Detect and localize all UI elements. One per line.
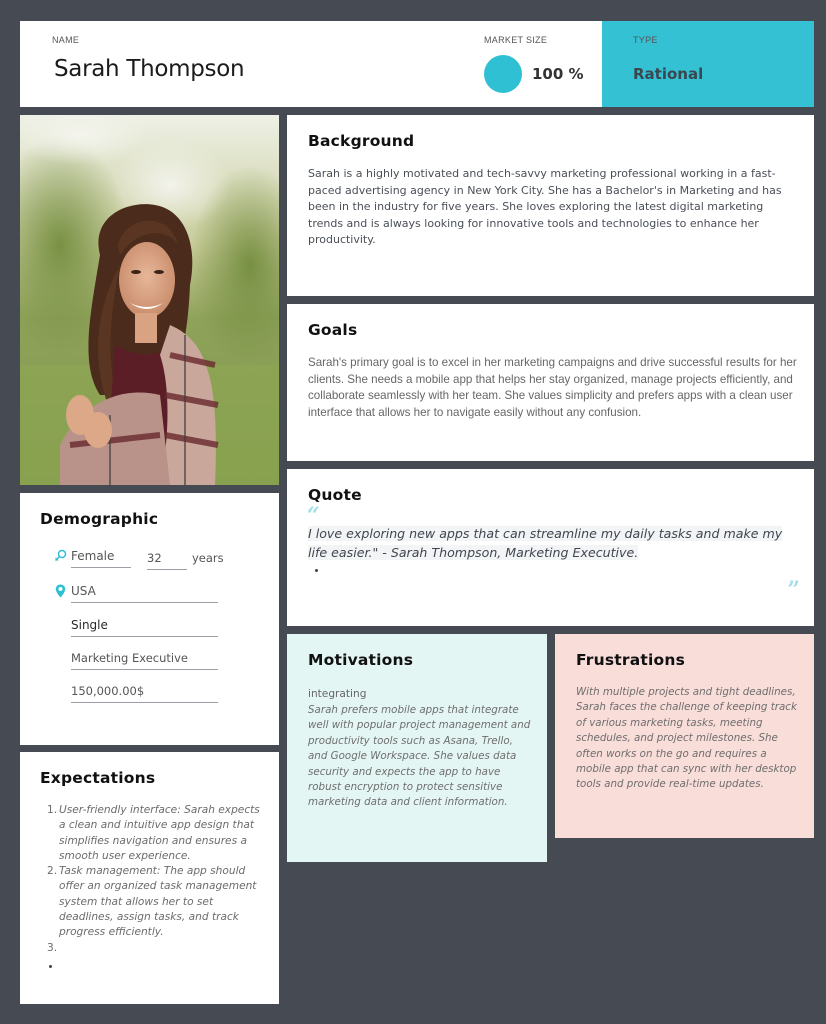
quote-title: Quote [308,486,362,504]
expectation-item[interactable]: 3. [47,941,262,956]
quote-text[interactable]: I love exploring new apps that can strea… [308,524,798,562]
item-number: 1. [47,804,58,816]
goals-text[interactable]: Sarah's primary goal is to excel in her … [308,355,798,421]
persona-header: NAME Sarah Thompson MARKET SIZE 100 % TY… [20,21,814,107]
goals-title: Goals [308,321,358,339]
gender-field[interactable]: Female [71,549,131,568]
age-unit-label: years [192,551,224,565]
frustrations-title: Frustrations [576,651,686,669]
item-number: 3. [47,941,58,954]
type-panel: TYPE Rational [602,21,814,107]
persona-name[interactable]: Sarah Thompson [54,56,245,82]
background-text[interactable]: Sarah is a highly motivated and tech-sav… [308,166,798,249]
item-text: Task management: The app should offer an… [59,865,257,939]
type-label: TYPE [633,35,658,45]
location-pin-icon [55,584,66,601]
quote-text-content: I love exploring new apps that can strea… [308,526,783,560]
bullet-point [49,965,52,968]
expectation-item[interactable]: 2. Task management: The app should offer… [47,864,262,940]
gender-icon [54,549,67,565]
item-number: 2. [47,865,58,878]
type-value[interactable]: Rational [633,65,703,83]
goals-section: Goals Sarah's primary goal is to excel i… [287,304,814,461]
motivations-text[interactable]: Sarah prefers mobile apps that integrate… [308,703,534,811]
background-section: Background Sarah is a highly motivated a… [287,115,814,296]
occupation-field[interactable]: Marketing Executive [71,651,218,670]
expectations-title: Expectations [40,769,156,787]
motivations-section: Motivations integrating Sarah prefers mo… [287,634,547,862]
market-size-label: MARKET SIZE [484,35,548,45]
background-title: Background [308,132,415,150]
persona-photo[interactable] [20,115,279,485]
frustrations-text[interactable]: With multiple projects and tight deadlin… [576,685,801,793]
relationship-status-field[interactable]: Single [71,618,218,637]
demographic-section: Demographic Female 32 years USA Single M… [20,493,279,745]
motivations-title: Motivations [308,651,414,669]
portrait-image [20,115,279,485]
location-field[interactable]: USA [71,584,218,603]
market-size-value[interactable]: 100 % [532,65,584,83]
expectations-list: 1. User-friendly interface: Sarah expect… [47,803,262,956]
age-field[interactable]: 32 [147,551,187,570]
frustrations-section: Frustrations With multiple projects and … [555,634,814,838]
market-size-circle-icon [484,55,522,93]
item-text: User-friendly interface: Sarah expects a… [59,804,260,862]
quote-section: Quote “ I love exploring new apps that c… [287,469,814,626]
income-field[interactable]: 150,000.00$ [71,684,218,703]
expectation-item[interactable]: 1. User-friendly interface: Sarah expect… [47,803,262,864]
name-label: NAME [52,35,80,45]
bullet-point [315,569,318,572]
expectations-section: Expectations 1. User-friendly interface:… [20,752,279,1004]
motivations-subtitle[interactable]: integrating [308,688,366,700]
demographic-title: Demographic [40,510,159,528]
close-quote-icon: ” [787,577,800,603]
